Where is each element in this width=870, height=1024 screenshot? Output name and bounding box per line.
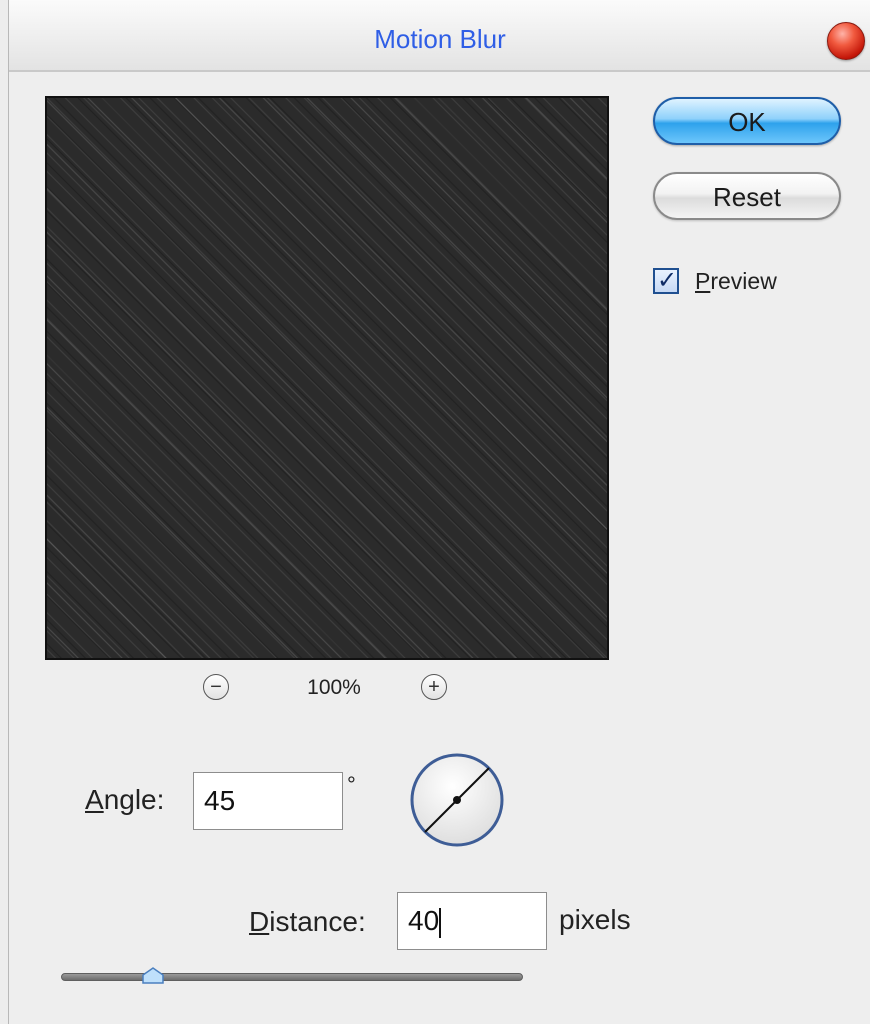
ok-button[interactable]: OK <box>653 97 841 145</box>
zoom-level: 100% <box>307 676 361 699</box>
degree-symbol: ° <box>347 772 356 797</box>
preview-image[interactable] <box>45 96 609 660</box>
motion-blur-dialog: Motion Blur − 100% + OK Reset ✓ Preview … <box>8 0 870 1024</box>
distance-value: 40 <box>408 905 440 936</box>
preview-label: Preview <box>695 268 777 294</box>
distance-input[interactable]: 40 <box>397 892 547 950</box>
preview-checkbox[interactable]: ✓ <box>653 267 679 294</box>
angle-dial[interactable] <box>409 752 505 848</box>
checkmark-icon: ✓ <box>657 267 678 294</box>
zoom-out-button[interactable]: − <box>203 674 229 700</box>
distance-slider-thumb[interactable] <box>142 967 165 985</box>
close-button[interactable] <box>827 22 865 60</box>
angle-label: Angle: <box>85 784 165 815</box>
zoom-in-button[interactable]: + <box>421 674 447 700</box>
text-cursor <box>439 907 441 938</box>
dialog-title: Motion Blur <box>374 24 506 54</box>
title-bar: Motion Blur <box>9 0 870 72</box>
distance-label: Distance: <box>249 906 366 937</box>
distance-unit: pixels <box>559 904 631 935</box>
angle-input[interactable]: 45 <box>193 772 343 830</box>
distance-slider-track[interactable] <box>61 973 523 981</box>
reset-button[interactable]: Reset <box>653 172 841 220</box>
